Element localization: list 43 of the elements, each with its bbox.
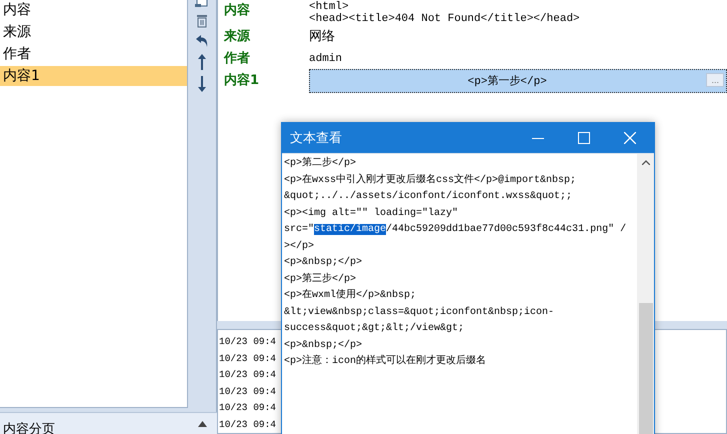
undo-icon[interactable] bbox=[195, 34, 209, 48]
list-item[interactable]: 来源 bbox=[0, 22, 187, 42]
window-title: 文本查看 bbox=[290, 130, 343, 147]
property-label: 内容1 bbox=[224, 72, 260, 90]
log-entry: 10/23 09:4 bbox=[219, 368, 276, 382]
text-line: <p>在wxss中引入刚才更改后缀名css文件</p>@import&nbsp; bbox=[284, 172, 578, 188]
text-line: &lt;view&nbsp;class=&quot;iconfont&nbsp;icon- bbox=[284, 306, 556, 320]
trash-icon[interactable] bbox=[196, 14, 208, 28]
log-entry: 10/23 09:4 bbox=[219, 335, 276, 349]
log-entry: 10/23 09:4 bbox=[219, 352, 276, 366]
text-line: <p>&nbsp;</p> bbox=[284, 338, 364, 352]
text-line: <p>&nbsp;</p> bbox=[284, 256, 364, 270]
arrow-up-icon[interactable] bbox=[198, 54, 206, 70]
text-line: &quot;../../assets/iconfont/iconfont.wxss&quot;; bbox=[284, 190, 574, 204]
text-line: success&quot;&gt;&lt;/view&gt; bbox=[284, 322, 466, 336]
log-entry: 10/23 09:4 bbox=[219, 401, 276, 415]
log-entry: 10/23 09:4 bbox=[219, 418, 276, 432]
text-line: src="static/image/44bc59209dd1bae77d00c593f8c44c31.png" / bbox=[284, 222, 628, 237]
arrow-down-icon[interactable] bbox=[198, 76, 206, 92]
text-line: <p>注意：icon的样式可以在刚才更改后缀名 bbox=[284, 354, 488, 369]
maximize-icon[interactable] bbox=[578, 132, 590, 144]
list-item[interactable]: 内容1 bbox=[0, 66, 187, 86]
property-value[interactable]: 网络 bbox=[309, 27, 727, 47]
text-line: ></p> bbox=[284, 240, 316, 254]
scrollbar[interactable] bbox=[637, 154, 654, 434]
text-line: <p>第三步</p> bbox=[284, 272, 358, 286]
ellipsis-button[interactable]: ... bbox=[706, 73, 724, 87]
text-line: <p><img alt="" loading="lazy" bbox=[284, 206, 460, 220]
property-value[interactable]: <html> <head><title>404 Not Found</title></head> bbox=[309, 1, 727, 25]
log-entry: 10/23 09:4 bbox=[219, 384, 276, 398]
list-item[interactable]: 作者 bbox=[0, 44, 187, 64]
list-item[interactable]: 内容 bbox=[0, 0, 187, 20]
property-value[interactable]: admin bbox=[309, 49, 727, 69]
text-line: <p>在wxml使用</p>&nbsp; bbox=[284, 288, 418, 303]
property-label: 内容 bbox=[224, 2, 251, 20]
text-selection: static/image bbox=[314, 224, 386, 235]
scroll-up-icon[interactable] bbox=[642, 160, 650, 165]
property-value[interactable]: <p>第一步</p> ... bbox=[309, 69, 727, 93]
property-label: 来源 bbox=[224, 28, 252, 46]
caret-icon[interactable] bbox=[198, 420, 207, 426]
text-line: <p>第二步</p> bbox=[284, 156, 358, 171]
property-label: 作者 bbox=[224, 50, 251, 68]
close-icon[interactable] bbox=[624, 132, 636, 144]
